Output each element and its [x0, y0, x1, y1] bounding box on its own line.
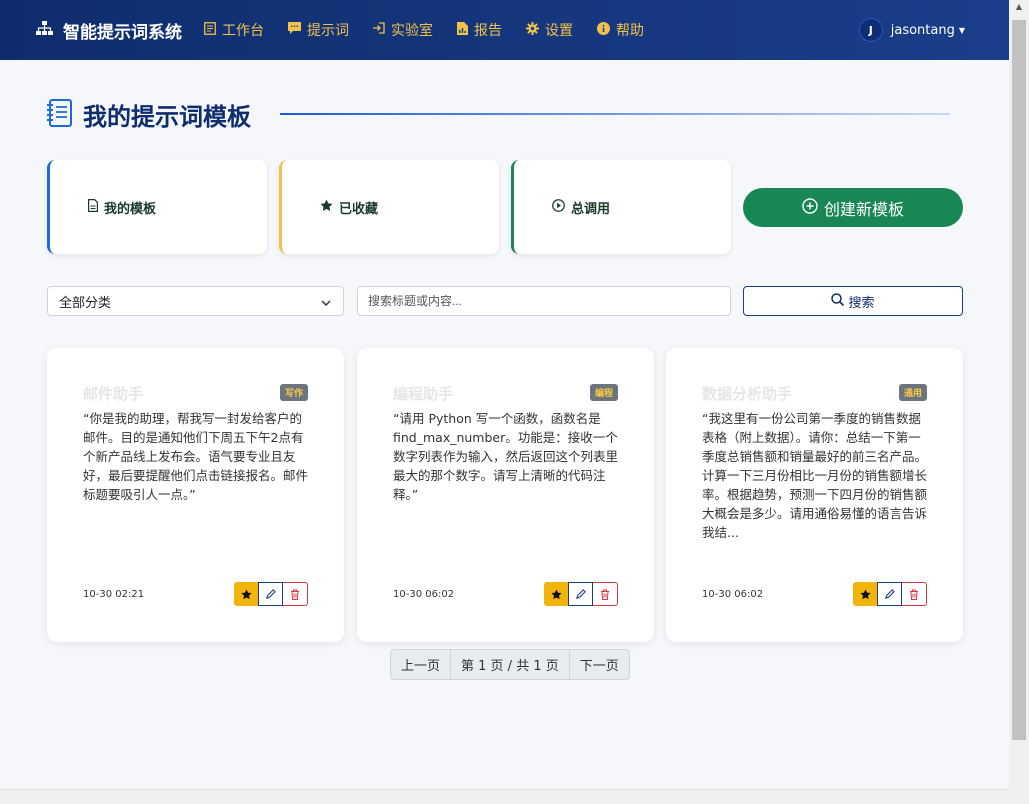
edit-button[interactable] [568, 582, 593, 606]
favorite-button[interactable] [544, 582, 568, 606]
nav-help-label: 帮助 [616, 23, 644, 39]
info-icon [597, 21, 610, 39]
scrollbar-thumb[interactable] [1012, 20, 1026, 740]
nav-lab-label: 实验室 [391, 23, 433, 39]
page-header: 我的提示词模板 [47, 97, 251, 132]
nav-prompts-label: 提示词 [307, 23, 349, 39]
star-icon [859, 585, 871, 604]
trash-icon [909, 585, 919, 604]
card-content: “你是我的助理，帮我写一封发给客户的邮件。目的是通知他们下周五下午2点有个新产品… [83, 411, 309, 502]
report-icon [457, 21, 468, 39]
user-menu[interactable]: J jasontang ▼ [858, 18, 965, 42]
create-template-label: 创建新模板 [823, 199, 904, 219]
card-title: 数据分析助手 [702, 385, 793, 403]
scroll-up-icon[interactable]: ▲ [1009, 2, 1029, 18]
avatar: J [858, 18, 883, 42]
card-content: “请用 Python 写一个函数，函数名是 find_max_number。功能… [393, 411, 619, 502]
pencil-icon [884, 585, 895, 604]
stat-card-my-templates[interactable]: 我的模板 [47, 160, 267, 254]
stat-label: 已收藏 [339, 201, 379, 217]
card-actions [234, 582, 308, 606]
search-button[interactable]: 搜索 [743, 286, 963, 316]
delete-button[interactable] [593, 582, 618, 606]
edit-button[interactable] [258, 582, 283, 606]
nav-workbench[interactable]: 工作台 [204, 20, 264, 40]
plus-circle-icon [802, 197, 818, 218]
caret-down-icon: ▼ [958, 25, 965, 35]
login-icon [373, 22, 385, 38]
stat-card-total-calls[interactable]: 总调用 [511, 160, 731, 254]
top-navbar: 智能提示词系统 工作台 提示词 实验室 报告 设置 帮助 J jasontang… [0, 0, 1009, 60]
workbench-icon [204, 21, 216, 39]
document-icon [88, 198, 98, 216]
template-card[interactable]: 邮件助手 写作 “你是我的助理，帮我写一封发给客户的邮件。目的是通知他们下周五下… [47, 348, 344, 642]
category-badge: 通用 [898, 384, 927, 401]
card-timestamp: 10-30 06:02 [702, 589, 764, 600]
search-input[interactable] [357, 286, 731, 316]
pagination: 上一页 第 1 页 / 共 1 页 下一页 [390, 649, 630, 680]
sitemap-icon [36, 20, 53, 40]
template-card[interactable]: 编程助手 编程 “请用 Python 写一个函数，函数名是 find_max_n… [357, 348, 654, 642]
card-title: 编程助手 [393, 385, 454, 403]
nav-help[interactable]: 帮助 [597, 20, 644, 40]
pencil-icon [575, 585, 586, 604]
title-divider [280, 113, 950, 115]
card-timestamp: 10-30 06:02 [393, 589, 455, 600]
chat-icon [288, 22, 301, 38]
notebook-icon [47, 98, 73, 131]
gear-icon [526, 21, 539, 39]
nav-workbench-label: 工作台 [222, 23, 264, 39]
star-icon [240, 585, 252, 604]
play-circle-icon [552, 198, 565, 216]
stat-label: 我的模板 [104, 201, 157, 217]
nav-settings[interactable]: 设置 [526, 20, 573, 40]
stat-label: 总调用 [571, 201, 611, 217]
trash-icon [600, 585, 610, 604]
page-title: 我的提示词模板 [83, 103, 251, 131]
category-badge: 编程 [589, 384, 618, 401]
category-select[interactable]: 全部分类 [47, 286, 344, 316]
favorite-button[interactable] [853, 582, 877, 606]
edit-button[interactable] [877, 582, 902, 606]
delete-button[interactable] [283, 582, 308, 606]
page-info: 第 1 页 / 共 1 页 [450, 650, 569, 679]
brand-name: 智能提示词系统 [63, 22, 182, 43]
category-badge: 写作 [279, 384, 308, 401]
card-actions [544, 582, 618, 606]
horizontal-scrollbar [0, 789, 1009, 804]
create-template-button[interactable]: 创建新模板 [743, 188, 963, 227]
template-card[interactable]: 数据分析助手 通用 “我这里有一份公司第一季度的销售数据表格（附上数据）。请你：… [666, 348, 963, 642]
brand[interactable]: 智能提示词系统 [36, 18, 182, 43]
favorite-button[interactable] [234, 582, 258, 606]
chevron-down-icon [321, 296, 331, 311]
search-button-label: 搜索 [848, 295, 875, 311]
user-name: jasontang [890, 22, 955, 38]
card-actions [853, 582, 927, 606]
nav-lab[interactable]: 实验室 [373, 20, 433, 40]
card-timestamp: 10-30 02:21 [83, 589, 145, 600]
nav-report[interactable]: 报告 [457, 20, 502, 40]
delete-button[interactable] [902, 582, 927, 606]
category-select-value: 全部分类 [59, 295, 112, 311]
nav-settings-label: 设置 [545, 23, 573, 39]
search-icon [831, 292, 845, 310]
card-content: “我这里有一份公司第一季度的销售数据表格（附上数据）。请你：总结一下第一季度总销… [702, 411, 928, 540]
nav-prompts[interactable]: 提示词 [288, 20, 349, 40]
trash-icon [290, 585, 300, 604]
nav-report-label: 报告 [474, 23, 502, 39]
pencil-icon [265, 585, 276, 604]
card-title: 邮件助手 [83, 385, 144, 403]
star-icon [320, 199, 333, 216]
star-icon [550, 585, 562, 604]
next-page-button[interactable]: 下一页 [568, 650, 629, 679]
prev-page-button[interactable]: 上一页 [391, 650, 450, 679]
stat-card-favorites[interactable]: 已收藏 [279, 160, 499, 254]
